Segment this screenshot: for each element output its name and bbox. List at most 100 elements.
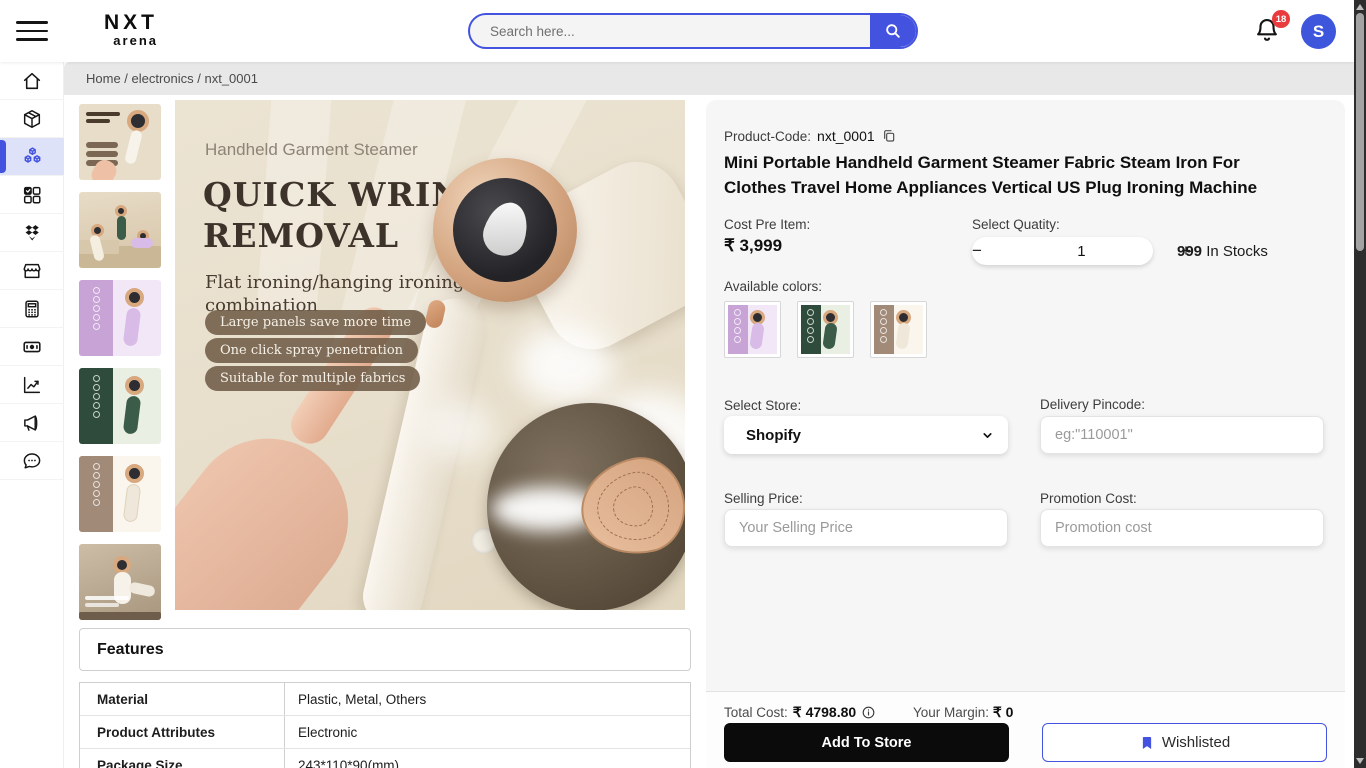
home-icon [21, 70, 43, 92]
calculator-icon [21, 298, 43, 320]
analytics-icon [21, 374, 43, 396]
thumbnail-hero[interactable] [79, 104, 161, 180]
logo-text-top: NXT [104, 12, 158, 33]
notification-count-badge: 18 [1272, 10, 1290, 28]
app-logo[interactable]: NXT arena [104, 12, 158, 47]
megaphone-icon [21, 412, 43, 434]
sidebar-item-payments[interactable] [0, 328, 64, 366]
panel-footer: Total Cost: ₹ 4798.80 Your Margin: ₹ 0 A… [706, 691, 1345, 768]
quantity-input[interactable] [982, 243, 1181, 260]
store-label: Select Store: [724, 398, 801, 413]
total-cost: Total Cost: ₹ 4798.80 [724, 704, 876, 721]
wishlist-button[interactable]: Wishlisted [1042, 723, 1327, 762]
margin-label: Your Margin: [913, 705, 989, 720]
color-swatch-list [724, 301, 927, 358]
notifications-button[interactable]: 18 [1252, 15, 1286, 49]
hero-subtitle: Handheld Garment Steamer [205, 140, 418, 160]
thumbnail-scene[interactable] [79, 544, 161, 620]
your-margin: Your Margin: ₹ 0 [913, 704, 1013, 721]
sidebar-item-dropbox[interactable] [0, 214, 64, 252]
storefront-icon [21, 260, 43, 282]
table-row: Material Plastic, Metal, Others [80, 683, 690, 716]
copy-icon[interactable] [881, 128, 897, 144]
promotion-cost-input[interactable] [1040, 509, 1324, 547]
page-scrollbar[interactable] [1354, 0, 1366, 768]
product-code-value: nxt_0001 [817, 128, 875, 144]
sidebar-item-calculator[interactable] [0, 290, 64, 328]
package-icon [21, 108, 43, 130]
cash-icon [21, 336, 43, 358]
app-header: NXT arena 18 S [0, 0, 1354, 62]
thumbnail-purple[interactable] [79, 280, 161, 356]
feature-label: Material [80, 683, 285, 715]
color-swatch-tan[interactable] [870, 301, 927, 358]
color-swatch-purple[interactable] [724, 301, 781, 358]
thumbnail-tan[interactable] [79, 456, 161, 532]
sidebar-nav [0, 62, 64, 768]
chat-icon [21, 450, 43, 472]
hamburger-menu-icon[interactable] [16, 21, 48, 41]
features-header: Features [79, 628, 691, 671]
sidebar-item-categories[interactable] [0, 176, 64, 214]
sidebar-item-home[interactable] [0, 62, 64, 100]
steam-closeup-inset [487, 403, 685, 610]
colors-label: Available colors: [724, 279, 822, 294]
magnifier-icon [883, 21, 903, 41]
categories-icon [21, 184, 43, 206]
feature-value: Electronic [285, 716, 690, 748]
search-input[interactable] [470, 15, 870, 47]
selling-price-input[interactable] [724, 509, 1008, 547]
user-avatar[interactable]: S [1301, 14, 1336, 49]
quantity-stepper: − + [972, 237, 1153, 265]
sidebar-item-marketing[interactable] [0, 404, 64, 442]
search-bar [468, 13, 918, 49]
features-table: Material Plastic, Metal, Others Product … [79, 682, 691, 768]
sidebar-item-package[interactable] [0, 100, 64, 138]
sidebar-item-chat[interactable] [0, 442, 64, 480]
product-title: Mini Portable Handheld Garment Steamer F… [724, 151, 1299, 200]
dropbox-icon [21, 222, 43, 244]
scroll-up-arrow[interactable] [1356, 4, 1364, 10]
thumbnail-green[interactable] [79, 368, 161, 444]
pincode-label: Delivery Pincode: [1040, 397, 1145, 412]
wishlist-button-label: Wishlisted [1162, 734, 1230, 751]
feature-label: Package Size [80, 749, 285, 768]
stock-status: 999 In Stocks [1177, 243, 1268, 260]
quantity-label: Select Quatity: [972, 217, 1060, 232]
feature-label: Product Attributes [80, 716, 285, 748]
hero-badge-3: Suitable for multiple fabrics [205, 366, 420, 391]
breadcrumb[interactable]: Home / electronics / nxt_0001 [64, 62, 1354, 95]
scroll-down-arrow[interactable] [1356, 758, 1364, 764]
selling-price-label: Selling Price: [724, 491, 803, 506]
table-row: Package Size 243*110*90(mm) [80, 749, 690, 768]
bookmark-icon [1139, 735, 1155, 751]
feature-value: 243*110*90(mm) [285, 749, 690, 768]
table-row: Product Attributes Electronic [80, 716, 690, 749]
pincode-input[interactable] [1040, 416, 1324, 454]
thumbnail-group[interactable] [79, 192, 161, 268]
hero-badge-1: Large panels save more time [205, 310, 426, 335]
logo-text-bottom: arena [104, 34, 158, 47]
total-cost-value: ₹ 4798.80 [793, 704, 856, 721]
sidebar-item-store[interactable] [0, 252, 64, 290]
cost-value: ₹ 3,999 [724, 236, 782, 256]
info-icon[interactable] [861, 705, 876, 720]
search-button[interactable] [870, 15, 916, 47]
store-select[interactable]: Shopify [724, 416, 1008, 454]
add-to-store-button[interactable]: Add To Store [724, 723, 1009, 762]
thumbnail-list [79, 104, 161, 632]
total-cost-label: Total Cost: [724, 705, 788, 720]
hand-arm [175, 406, 380, 610]
hero-badge-2: One click spray penetration [205, 338, 418, 363]
sidebar-item-products[interactable] [0, 138, 64, 176]
promotion-cost-label: Promotion Cost: [1040, 491, 1137, 506]
sidebar-item-analytics[interactable] [0, 366, 64, 404]
product-main-image[interactable]: Handheld Garment Steamer QUICK WRINKLERE… [175, 100, 685, 610]
scrollbar-thumb[interactable] [1356, 13, 1364, 251]
chevron-down-icon [981, 429, 994, 442]
quantity-minus-button[interactable]: − [972, 237, 982, 265]
product-code-label: Product-Code: [724, 129, 811, 144]
product-code-row: Product-Code: nxt_0001 [724, 128, 897, 144]
cost-label: Cost Pre Item: [724, 217, 810, 232]
color-swatch-green[interactable] [797, 301, 854, 358]
